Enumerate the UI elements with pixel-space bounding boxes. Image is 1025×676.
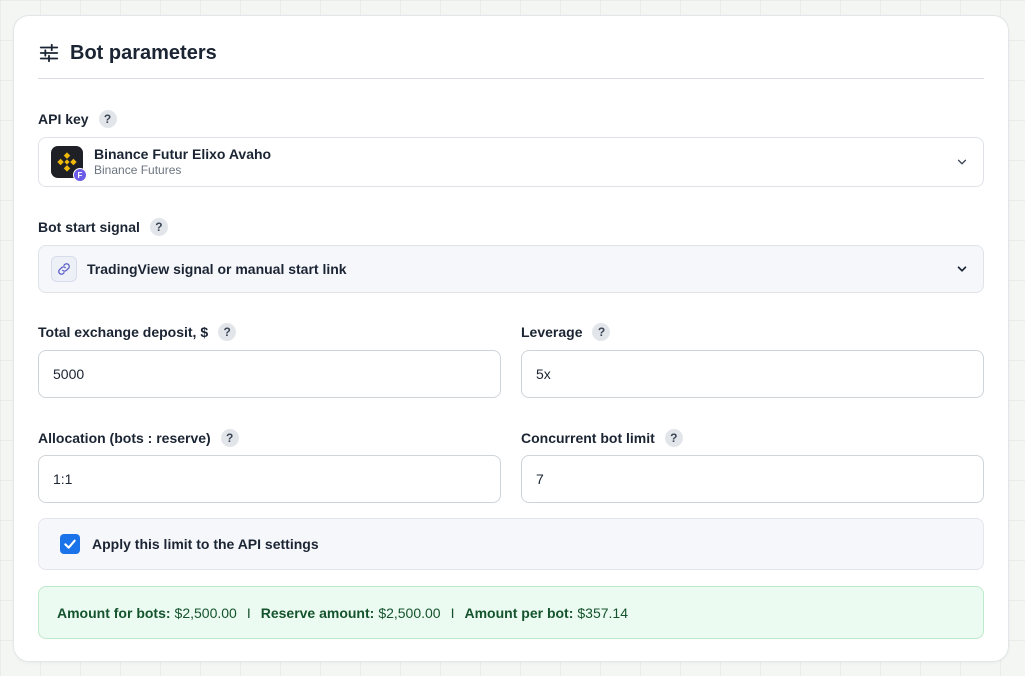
per-bot-amount-value: $357.14: [577, 604, 628, 621]
api-key-name: Binance Futur Elixo Avaho: [94, 146, 272, 162]
concurrent-help-icon[interactable]: ?: [664, 429, 683, 447]
reserve-amount-label: Reserve amount:: [260, 604, 375, 621]
concurrent-label: Concurrent bot limit: [521, 430, 655, 446]
per-bot-amount-label: Amount per bot:: [464, 604, 574, 621]
api-key-exchange: Binance Futures: [94, 163, 182, 177]
bots-amount-value: $2,500.00: [174, 604, 237, 621]
leverage-input[interactable]: [521, 350, 984, 398]
allocation-help-icon[interactable]: ?: [220, 429, 239, 447]
start-signal-select[interactable]: TradingView signal or manual start link: [38, 245, 984, 293]
api-key-select[interactable]: F Binance Futur Elixo Avaho Binance Futu…: [38, 137, 984, 187]
concurrent-label-row: Concurrent bot limit ?: [521, 428, 683, 448]
amount-summary: Amount for bots: $2,500.00 I Reserve amo…: [38, 586, 984, 639]
card-title: Bot parameters: [70, 42, 217, 64]
apply-limit-checkbox[interactable]: [60, 534, 80, 554]
concurrent-limit-input[interactable]: [521, 455, 984, 503]
start-signal-label: Bot start signal: [38, 219, 140, 235]
futures-badge: F: [73, 168, 87, 182]
leverage-label-row: Leverage ?: [521, 322, 611, 342]
reserve-amount-value: $2,500.00: [378, 604, 441, 621]
link-icon: [51, 256, 77, 282]
chevron-down-icon: [957, 266, 967, 272]
api-key-label-row: API key ?: [38, 109, 117, 129]
deposit-label: Total exchange deposit, $: [38, 324, 209, 340]
sliders-icon: [39, 43, 59, 63]
summary-separator: I: [450, 604, 455, 621]
leverage-help-icon[interactable]: ?: [592, 323, 611, 341]
bots-amount-label: Amount for bots:: [57, 604, 171, 621]
start-signal-label-row: Bot start signal ?: [38, 217, 168, 237]
api-key-label: API key: [38, 111, 89, 127]
apply-limit-row[interactable]: Apply this limit to the API settings: [38, 518, 984, 570]
apply-limit-label: Apply this limit to the API settings: [92, 536, 319, 552]
allocation-label: Allocation (bots : reserve): [38, 430, 211, 446]
bot-parameters-card: Bot parameters API key ? F Binance Futur…: [13, 15, 1009, 662]
deposit-label-row: Total exchange deposit, $ ?: [38, 322, 237, 342]
binance-logo-icon: F: [51, 146, 87, 182]
leverage-label: Leverage: [521, 324, 583, 340]
card-header: Bot parameters: [38, 40, 984, 79]
checkmark-icon: [64, 539, 76, 549]
start-signal-value: TradingView signal or manual start link: [87, 261, 347, 277]
deposit-input[interactable]: [38, 350, 501, 398]
deposit-help-icon[interactable]: ?: [218, 323, 237, 341]
summary-separator: I: [246, 604, 251, 621]
start-signal-help-icon[interactable]: ?: [149, 218, 168, 236]
api-key-help-icon[interactable]: ?: [98, 110, 117, 128]
allocation-input[interactable]: [38, 455, 501, 503]
chevron-down-icon: [957, 159, 967, 165]
allocation-label-row: Allocation (bots : reserve) ?: [38, 428, 239, 448]
api-key-text: Binance Futur Elixo Avaho Binance Future…: [94, 146, 271, 178]
